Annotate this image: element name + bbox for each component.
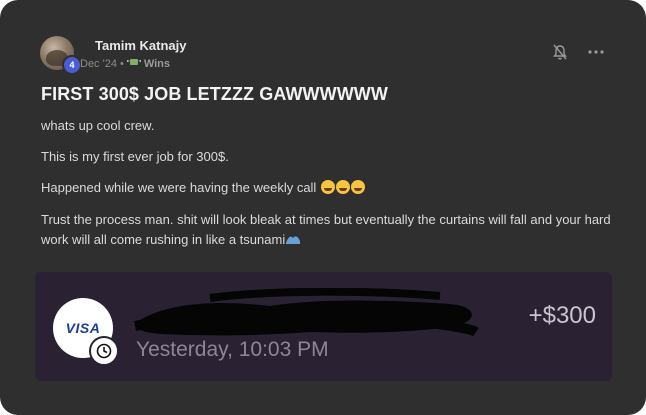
transaction-amount: +$300	[528, 302, 596, 329]
post-title: FIRST 300$ JOB LETZZZ GAWWWWWW	[41, 84, 388, 104]
post-paragraph: This is my first ever job for 300$.	[41, 149, 229, 164]
crying-emoji-icon	[350, 180, 365, 194]
crying-emoji-icon	[335, 180, 350, 194]
post-date: Dec '24	[80, 57, 117, 70]
author-name[interactable]: Tamim Katnajy	[95, 38, 187, 53]
redacted-merchant-name	[133, 288, 479, 337]
post-paragraph-text: Trust the process man. shit will look bl…	[41, 212, 611, 247]
clock-icon	[89, 336, 119, 366]
transaction-time: Yesterday, 10:03 PM	[136, 338, 329, 361]
post-paragraph-with-emoji: Trust the process man. shit will look bl…	[41, 210, 626, 250]
post-paragraph: whats up cool crew.	[41, 118, 155, 133]
post-actions	[552, 44, 604, 60]
transaction-screenshot: VISA Yesterday, 10:03 PM +$300	[35, 272, 612, 381]
bell-icon[interactable]	[552, 44, 568, 60]
level-badge: 4	[62, 55, 82, 75]
post-paragraph-with-emoji: Happened while we were having the weekly…	[41, 178, 626, 198]
post-meta: Dec '24 • Wins	[80, 57, 170, 70]
post-card: 4 Tamim Katnajy Dec '24 • Wins FIRST 300…	[0, 0, 646, 415]
category-link[interactable]: Wins	[144, 58, 170, 70]
post-header: 4 Tamim Katnajy Dec '24 • Wins	[40, 36, 616, 75]
wave-emoji-icon	[285, 231, 301, 244]
meta-separator: •	[119, 57, 124, 70]
money-with-wings-icon	[126, 57, 141, 70]
card-brand: VISA	[65, 320, 101, 336]
more-options-icon[interactable]	[588, 44, 604, 60]
crying-emoji-icon	[320, 180, 335, 194]
post-paragraph-text: Happened while we were having the weekly…	[41, 180, 317, 195]
